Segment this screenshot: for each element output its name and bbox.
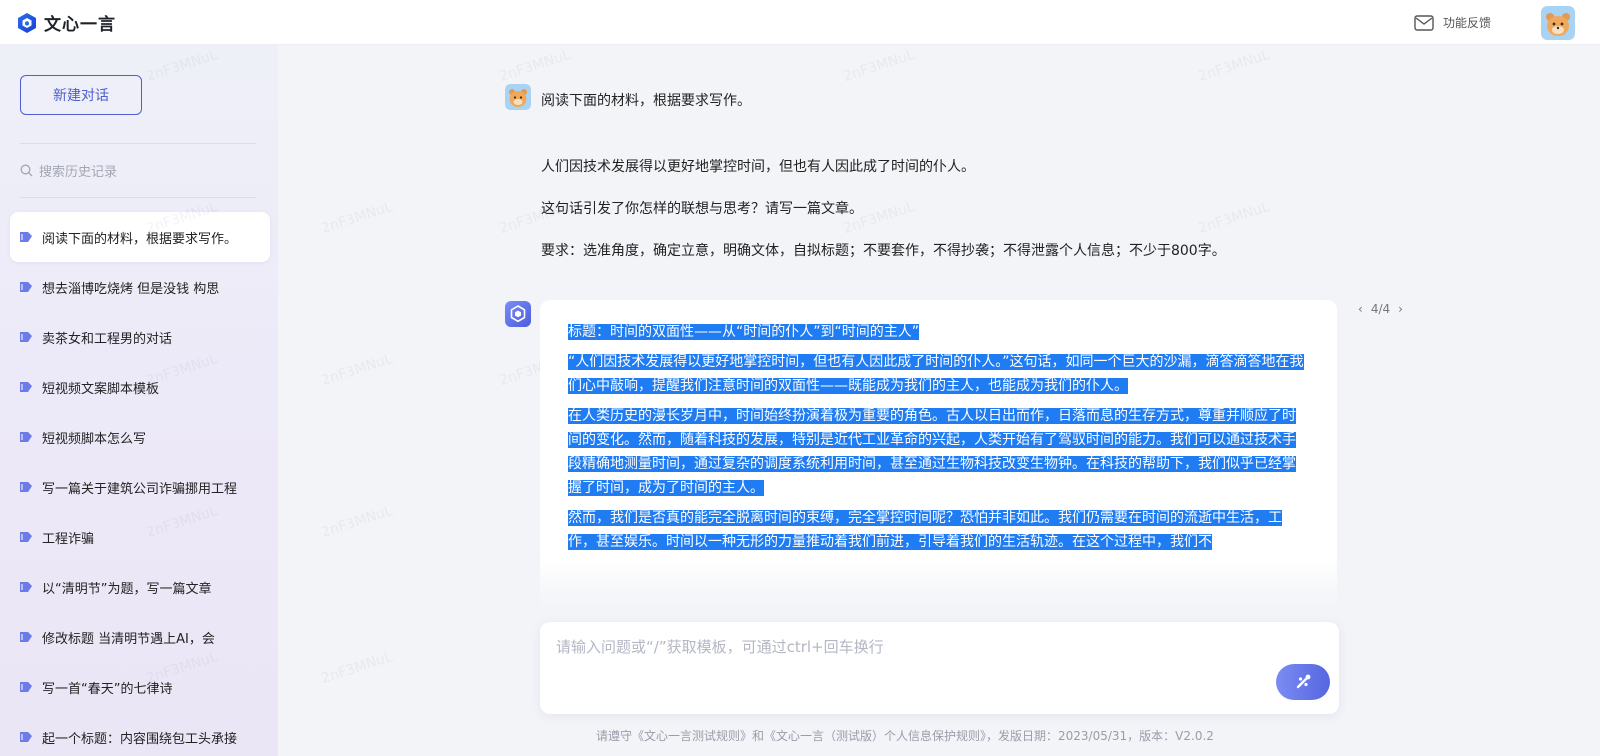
sidebar: 新建对话 搜索历史记录 阅读下面的材料，根据要求写作。 想去淄博吃烧烤 但是没钱… [0,45,278,756]
history-item-label: 以“清明节”为题，写一篇文章 [42,581,212,597]
bot-answer-text[interactable]: 标题：时间的双面性——从“时间的仆人”到“时间的主人” “人们因技术发展得以更好… [568,320,1308,560]
sidebar-divider [20,197,256,198]
chat-bubble-icon [20,582,32,592]
prompt-input[interactable] [556,634,1256,660]
user-avatar[interactable] [1541,6,1575,40]
history-item[interactable]: 写一篇关于建筑公司诈骗挪用工程 [10,462,270,512]
history-item-label: 写一首“春天”的七律诗 [42,681,173,697]
history-item-label: 短视频脚本怎么写 [42,431,147,447]
answer-title: 标题：时间的双面性——从“时间的仆人”到“时间的主人” [568,324,920,340]
chat-bubble-icon [20,482,32,492]
bot-avatar-icon [505,301,531,327]
pager-count: 4/4 [1370,302,1391,316]
wenxin-logo-icon [18,12,36,33]
history-item-label: 起一个标题：内容围绕包工头承接 [42,731,238,747]
send-button[interactable] [1276,664,1330,700]
history-item[interactable]: 短视频脚本怎么写 [10,412,270,462]
history-item[interactable]: 阅读下面的材料，根据要求写作。 [10,212,270,262]
answer-paragraph: 在人类历史的漫长岁月中，时间始终扮演着极为重要的角色。古人以日出而作，日落而息的… [568,408,1296,496]
logo[interactable]: 文心一言 [16,10,116,35]
answer-fade-overlay [540,558,1337,608]
brand-name: 文心一言 [44,15,116,35]
send-icon [1296,674,1311,689]
history-item-label: 阅读下面的材料，根据要求写作。 [42,231,238,247]
history-search[interactable]: 搜索历史记录 [20,161,117,180]
bot-answer-card: 标题：时间的双面性——从“时间的仆人”到“时间的主人” “人们因技术发展得以更好… [540,300,1337,608]
chat-bubble-icon [20,432,32,442]
mail-icon [1414,14,1434,31]
chat-bubble-icon [20,282,32,292]
history-item[interactable]: 以“清明节”为题，写一篇文章 [10,562,270,612]
feedback-label: 功能反馈 [1443,16,1492,30]
history-item[interactable]: 短视频文案脚本模板 [10,362,270,412]
history-item-label: 短视频文案脚本模板 [42,381,160,397]
footer-notice: 请遵守《文心一言测试规则》和《文心一言（测试版）个人信息保护规则》，发版日期：2… [596,729,1214,743]
chat-bubble-icon [20,632,32,642]
top-bar: 文心一言 功能反馈 [0,0,1600,45]
user-message-line: 要求：选准角度，确定立意，明确文体，自拟标题；不要套作，不得抄袭；不得泄露个人信… [541,243,1226,259]
chat-bubble-icon [20,232,32,242]
chat-bubble-icon [20,382,32,392]
history-item[interactable]: 工程诈骗 [10,512,270,562]
search-icon [20,164,33,177]
chevron-left-icon[interactable]: ‹ [1358,302,1363,316]
history-item-label: 写一篇关于建筑公司诈骗挪用工程 [42,481,238,497]
history-item[interactable]: 修改标题 当清明节遇上AI，会 [10,612,270,662]
history-item-label: 卖茶女和工程男的对话 [42,331,173,347]
history-item[interactable]: 起一个标题：内容围绕包工头承接 [10,712,270,756]
answer-pager: ‹ 4/4 › [1358,302,1403,316]
answer-paragraph: “人们因技术发展得以更好地掌控时间，但也有人因此成了时间的仆人。”这句话，如同一… [568,354,1304,394]
user-message: 阅读下面的材料，根据要求写作。 人们因技术发展得以更好地掌控时间，但也有人因此成… [541,91,1261,261]
user-message-avatar [505,84,531,110]
user-message-line: 这句话引发了你怎样的联想与思考？请写一篇文章。 [541,201,863,217]
history-item-label: 工程诈骗 [42,531,95,547]
feedback-button[interactable]: 功能反馈 [1414,14,1491,31]
answer-paragraph: 然而，我们是否真的能完全脱离时间的束缚，完全掌控时间呢？恐怕并非如此。我们仍需要… [568,510,1282,550]
search-placeholder: 搜索历史记录 [39,165,118,180]
user-message-line: 阅读下面的材料，根据要求写作。 [541,93,751,109]
user-message-line: 人们因技术发展得以更好地掌控时间，但也有人因此成了时间的仆人。 [541,159,975,175]
prompt-input-box [540,622,1339,714]
history-item[interactable]: 卖茶女和工程男的对话 [10,312,270,362]
history-list: 阅读下面的材料，根据要求写作。 想去淄博吃烧烤 但是没钱 构思 卖茶女和工程男的… [10,212,270,756]
chat-bubble-icon [20,682,32,692]
chevron-right-icon[interactable]: › [1398,302,1403,316]
history-item-label: 修改标题 当清明节遇上AI，会 [42,631,215,647]
history-item[interactable]: 写一首“春天”的七律诗 [10,662,270,712]
history-item-label: 想去淄博吃烧烤 但是没钱 构思 [42,281,220,297]
chat-bubble-icon [20,532,32,542]
chat-bubble-icon [20,732,32,742]
new-chat-button[interactable]: 新建对话 [20,75,142,115]
history-item[interactable]: 想去淄博吃烧烤 但是没钱 构思 [10,262,270,312]
chat-bubble-icon [20,332,32,342]
sidebar-divider [20,143,256,144]
